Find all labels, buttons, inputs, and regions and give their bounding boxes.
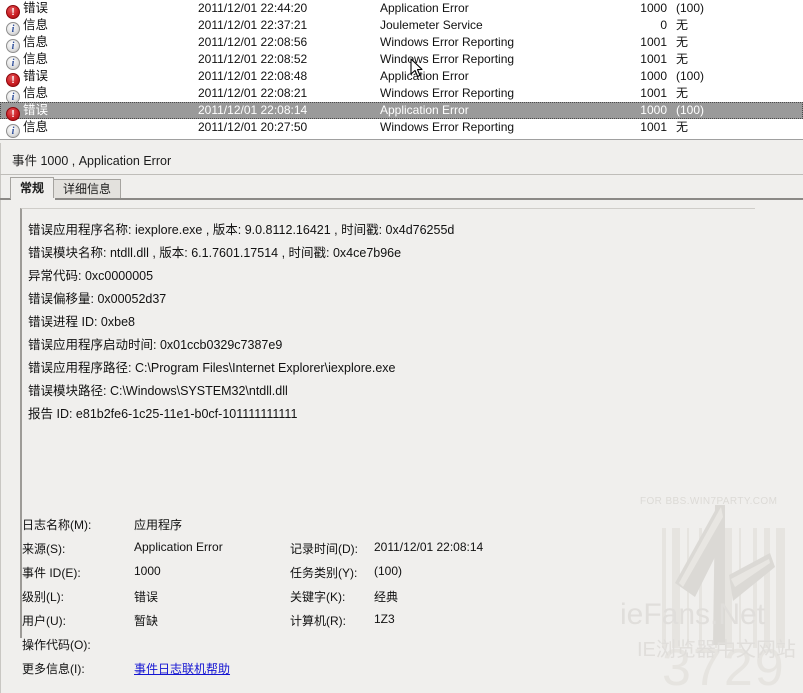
- event-source-cell: Application Error: [380, 102, 469, 119]
- table-row[interactable]: i信息2011/12/01 22:08:21Windows Error Repo…: [0, 85, 803, 102]
- field-value: 暂缺: [134, 612, 158, 629]
- event-datetime-cell: 2011/12/01 20:27:50: [198, 119, 307, 136]
- event-datetime-cell: 2011/12/01 22:44:20: [198, 0, 307, 17]
- detail-tabstrip[interactable]: 常规详细信息: [10, 177, 120, 198]
- table-row[interactable]: i信息2011/12/01 22:08:56Windows Error Repo…: [0, 34, 803, 51]
- field-label: 任务类别(Y):: [290, 564, 357, 581]
- event-level-label: 错误: [23, 69, 48, 83]
- table-row[interactable]: !错误2011/12/01 22:08:14Application Error1…: [0, 102, 803, 119]
- field-label: 操作代码(O):: [22, 636, 91, 653]
- field-label: 级别(L):: [22, 588, 64, 605]
- title-divider: [0, 174, 803, 175]
- event-level-label: 信息: [23, 18, 48, 32]
- event-source-cell: Joulemeter Service: [380, 17, 483, 34]
- event-id-cell: 1000: [633, 102, 667, 119]
- event-task-category-cell: (100): [676, 0, 704, 17]
- event-description-line: 错误应用程序名称: iexplore.exe , 版本: 9.0.8112.16…: [28, 219, 755, 242]
- field-value: 2011/12/01 22:08:14: [374, 540, 483, 554]
- field-value: 错误: [134, 588, 158, 605]
- field-value: Application Error: [134, 540, 223, 554]
- event-level-label: 信息: [23, 52, 48, 66]
- event-description-line: 错误进程 ID: 0xbe8: [28, 311, 755, 334]
- event-source-cell: Windows Error Reporting: [380, 51, 514, 68]
- event-datetime-cell: 2011/12/01 22:08:48: [198, 68, 307, 85]
- table-row[interactable]: !错误2011/12/01 22:08:48Application Error1…: [0, 68, 803, 85]
- event-datetime-cell: 2011/12/01 22:08:21: [198, 85, 307, 102]
- event-id-cell: 1000: [633, 68, 667, 85]
- event-description-line: 异常代码: 0xc0000005: [28, 265, 755, 288]
- field-label: 计算机(R):: [290, 612, 346, 629]
- field-label: 关键字(K):: [290, 588, 345, 605]
- event-source-cell: Application Error: [380, 0, 469, 17]
- event-source-cell: Windows Error Reporting: [380, 34, 514, 51]
- event-source-cell: Windows Error Reporting: [380, 85, 514, 102]
- event-source-cell: Application Error: [380, 68, 469, 85]
- tabstrip-underline: [0, 198, 803, 200]
- tab-general[interactable]: 常规: [10, 177, 54, 199]
- event-level-label: 信息: [23, 120, 48, 134]
- event-level-label: 信息: [23, 35, 48, 49]
- information-icon: i: [6, 124, 20, 138]
- event-id-cell: 1001: [633, 85, 667, 102]
- field-value: 1000: [134, 564, 161, 578]
- field-value: 1Z3: [374, 612, 395, 626]
- event-id-cell: 1001: [633, 119, 667, 136]
- event-source-cell: Windows Error Reporting: [380, 119, 514, 136]
- event-description-line: 错误应用程序路径: C:\Program Files\Internet Expl…: [28, 357, 755, 380]
- event-task-category-cell: 无: [676, 85, 688, 102]
- field-label: 事件 ID(E):: [22, 564, 81, 581]
- table-row[interactable]: i信息 2011/12/01 20:27:50 Windows Error Repo…: [0, 119, 803, 136]
- event-description-line: 报告 ID: e81b2fe6-1c25-11e1-b0cf-101111111…: [28, 403, 755, 426]
- event-task-category-cell: 无: [676, 17, 688, 34]
- event-task-category-cell: 无: [676, 34, 688, 51]
- field-value: 经典: [374, 588, 398, 605]
- field-value: (100): [374, 564, 402, 578]
- event-level-label: 错误: [23, 103, 48, 117]
- event-description-line: 错误模块路径: C:\Windows\SYSTEM32\ntdll.dll: [28, 380, 755, 403]
- event-task-category-cell: (100): [676, 102, 704, 119]
- event-level-label: 信息: [23, 86, 48, 100]
- field-label: 日志名称(M):: [22, 516, 91, 533]
- event-datetime-cell: 2011/12/01 22:37:21: [198, 17, 307, 34]
- field-value: 应用程序: [134, 516, 182, 533]
- detail-pane-left-border: [0, 143, 1, 693]
- event-detail-pane: 事件 1000 , Application Error 常规详细信息 错误应用程…: [0, 143, 803, 693]
- event-id-cell: 0: [633, 17, 667, 34]
- event-log-online-help-link[interactable]: 事件日志联机帮助: [134, 660, 230, 677]
- table-row[interactable]: !错误2011/12/01 22:44:20Application Error1…: [0, 0, 803, 17]
- event-datetime-cell: 2011/12/01 22:08:14: [198, 102, 307, 119]
- event-description-line: 错误偏移量: 0x00052d37: [28, 288, 755, 311]
- event-description-line: 错误应用程序启动时间: 0x01ccb0329c7387e9: [28, 334, 755, 357]
- event-detail-title: 事件 1000 , Application Error: [12, 150, 171, 169]
- event-level-label: 错误: [23, 1, 48, 15]
- event-task-category-cell: (100): [676, 68, 704, 85]
- field-label: 更多信息(I):: [22, 660, 85, 677]
- event-id-cell: 1001: [633, 34, 667, 51]
- event-datetime-cell: 2011/12/01 22:08:56: [198, 34, 307, 51]
- table-row[interactable]: i信息2011/12/01 22:08:52Windows Error Repo…: [0, 51, 803, 68]
- event-list[interactable]: !错误2011/12/01 22:44:20Application Error1…: [0, 0, 803, 139]
- field-label: 记录时间(D):: [290, 540, 358, 557]
- active-tab-underline-gap: [11, 198, 55, 200]
- event-task-category-cell: 无: [676, 51, 688, 68]
- event-id-cell: 1000: [633, 0, 667, 17]
- table-row[interactable]: i信息2011/12/01 22:37:21Joulemeter Service…: [0, 17, 803, 34]
- tab-details[interactable]: 详细信息: [53, 179, 121, 199]
- event-description-line: 错误模块名称: ntdll.dll , 版本: 6.1.7601.17514 ,…: [28, 242, 755, 265]
- field-label: 用户(U):: [22, 612, 66, 629]
- field-label: 来源(S):: [22, 540, 65, 557]
- event-task-category-cell: 无: [676, 119, 688, 136]
- event-level-cell: i信息: [6, 119, 116, 138]
- event-datetime-cell: 2011/12/01 22:08:52: [198, 51, 307, 68]
- event-id-cell: 1001: [633, 51, 667, 68]
